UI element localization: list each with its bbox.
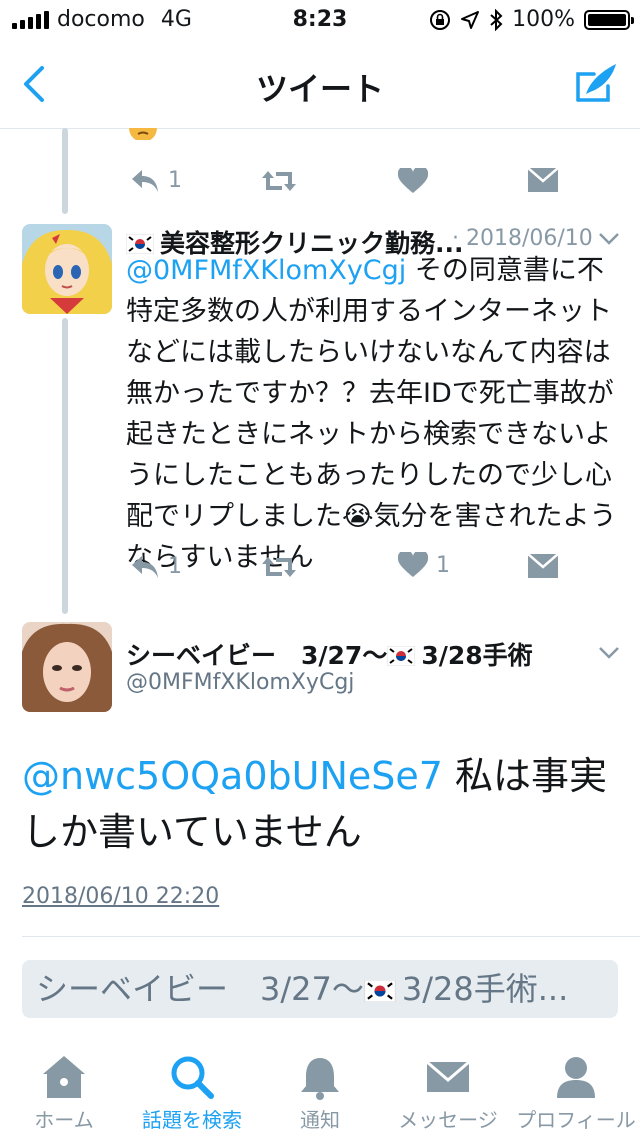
like-icon xyxy=(398,552,428,577)
tab-label: 通知 xyxy=(300,1108,340,1132)
tab-label: 話題を検索 xyxy=(142,1108,242,1132)
tweet-timestamp[interactable]: 2018/06/10 22:20 xyxy=(22,884,219,909)
retweet-icon[interactable] xyxy=(260,554,298,580)
tab-notifications[interactable]: 通知 xyxy=(256,1040,384,1136)
battery-percent: 100% xyxy=(512,7,575,32)
share-icon[interactable] xyxy=(528,554,558,580)
like-count: 1 xyxy=(436,552,450,578)
main-tweet-text: @nwc5OQa0bUNeSe7 私は事実しか書いていません xyxy=(22,748,622,860)
korea-flag-icon xyxy=(387,646,416,666)
reply-placeholder-prefix: シーベイビー 3/27〜 xyxy=(36,970,364,1008)
main-author-name-suffix: 3/28手術 xyxy=(421,641,533,670)
compose-tweet-icon[interactable] xyxy=(572,60,620,108)
tab-label: メッセージ xyxy=(398,1108,498,1132)
search-icon xyxy=(171,1056,214,1099)
tab-label: ホーム xyxy=(34,1108,94,1132)
home-icon xyxy=(43,1056,85,1098)
tab-profile[interactable]: プロフィール xyxy=(512,1040,640,1136)
mention-link[interactable]: @nwc5OQa0bUNeSe7 xyxy=(22,754,443,798)
reply-placeholder-suffix: 3/28手術... xyxy=(401,970,569,1008)
nav-bar: ツイート xyxy=(0,40,640,129)
reply-button[interactable]: 1 xyxy=(128,166,182,194)
tab-label: プロフィール xyxy=(516,1108,636,1132)
thread-line xyxy=(62,128,68,214)
reply-icon xyxy=(132,170,158,192)
mention-link[interactable]: @0MFMfXKlomXyCgj xyxy=(126,255,406,286)
avatar[interactable] xyxy=(22,224,112,314)
chevron-down-icon[interactable] xyxy=(598,232,620,246)
korea-flag-icon xyxy=(363,980,396,1002)
reply-button[interactable]: 1 xyxy=(128,552,182,580)
bell-icon xyxy=(301,1058,339,1100)
main-author-name: シーベイビー 3/27〜 3/28手術 xyxy=(126,636,533,672)
reply-count: 1 xyxy=(168,167,182,193)
profile-photo-image xyxy=(22,622,112,712)
tab-messages[interactable]: メッセージ xyxy=(384,1040,512,1136)
tab-search[interactable]: 話題を検索 xyxy=(128,1040,256,1136)
location-icon xyxy=(461,10,480,29)
avatar[interactable] xyxy=(22,622,112,712)
like-icon[interactable] xyxy=(398,168,428,194)
person-icon xyxy=(557,1057,595,1098)
retweet-icon[interactable] xyxy=(260,168,298,194)
envelope-icon xyxy=(426,1060,470,1092)
reply-count: 1 xyxy=(168,553,182,579)
main-author-handle: @0MFMfXKlomXyCgj xyxy=(126,670,355,695)
thread-line xyxy=(62,318,68,614)
bluetooth-icon xyxy=(490,8,503,31)
status-bar: docomo 4G 8:23 100% xyxy=(0,0,640,40)
tweet-text: @0MFMfXKlomXyCgj その同意書に不特定多数の人が利用するインターネ… xyxy=(126,250,621,578)
reply-icon xyxy=(132,556,158,578)
tab-bar: ホーム 話題を検索 通知 メッセージ プロフィール xyxy=(0,1040,640,1136)
rotation-lock-icon xyxy=(430,9,451,30)
like-button[interactable]: 1 xyxy=(398,552,450,578)
anime-avatar-image xyxy=(22,224,112,314)
main-author-name-text: シーベイビー 3/27〜 xyxy=(126,641,388,670)
emoji-partial-icon xyxy=(129,128,157,140)
tweet-text-content: その同意書に不特定多数の人が利用するインターネットなどには載したらいけないなんて… xyxy=(126,255,617,573)
divider xyxy=(22,936,640,937)
tweet-date: · 2018/06/10 xyxy=(452,226,593,251)
share-icon[interactable] xyxy=(528,168,558,194)
tab-home[interactable]: ホーム xyxy=(0,1040,128,1136)
page-title: ツイート xyxy=(255,70,384,108)
chevron-down-icon[interactable] xyxy=(598,646,620,660)
battery-icon xyxy=(584,9,634,30)
reply-input[interactable]: シーベイビー 3/27〜 3/28手術... xyxy=(22,960,618,1018)
